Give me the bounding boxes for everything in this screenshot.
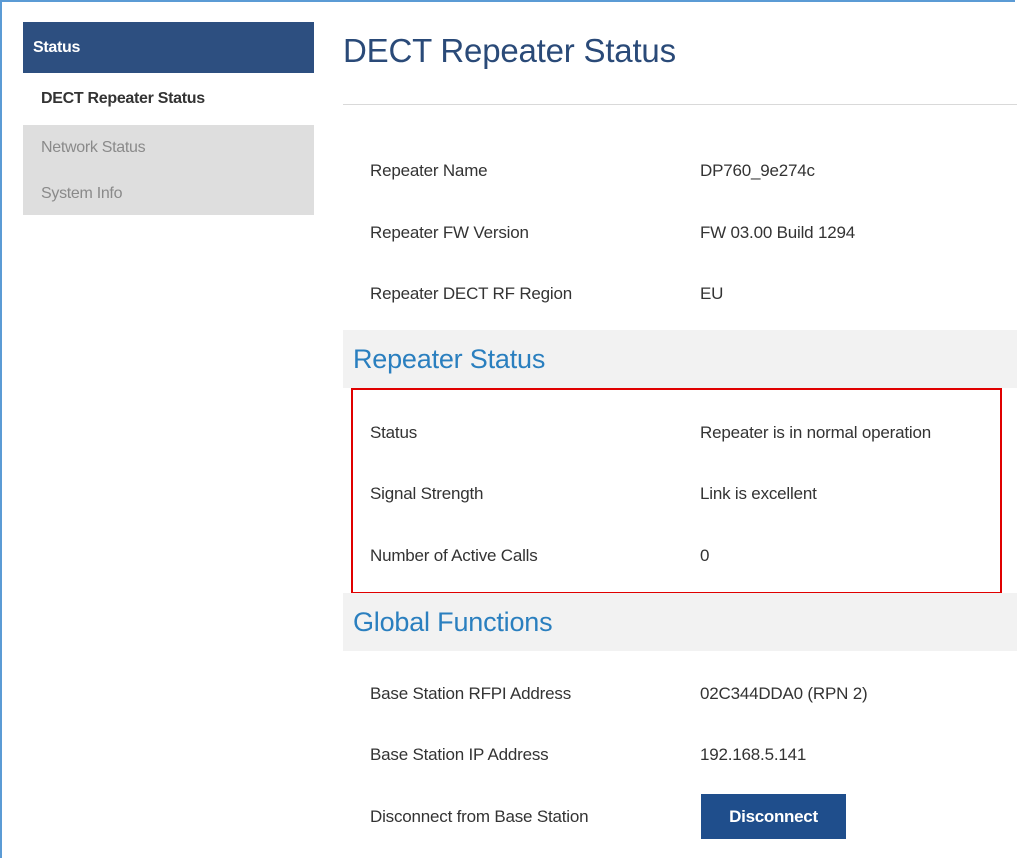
row-label: Base Station IP Address — [370, 745, 549, 764]
row-value: Link is excellent — [700, 484, 817, 503]
section-heading: Repeater Status — [353, 344, 546, 374]
row-value: Repeater is in normal operation — [700, 423, 931, 442]
row-label: Disconnect from Base Station — [370, 807, 589, 826]
sidebar-item-system-info[interactable]: System Info — [23, 181, 314, 207]
section-repeater-status: Repeater Status — [343, 330, 1017, 388]
sidebar: Status DECT Repeater Status Network Stat… — [23, 22, 314, 215]
global-row-rfpi-address: Base Station RFPI Address 02C344DDA0 (RP… — [370, 679, 1010, 709]
row-label: Number of Active Calls — [370, 546, 538, 565]
row-label: Repeater DECT RF Region — [370, 284, 573, 303]
row-label: Status — [370, 423, 417, 442]
row-value: EU — [700, 284, 724, 303]
global-row-disconnect: Disconnect from Base Station — [370, 802, 1010, 832]
row-label: Repeater FW Version — [370, 223, 529, 242]
page-title: DECT Repeater Status — [343, 32, 676, 69]
status-row-status: Status Repeater is in normal operation — [370, 418, 1010, 448]
row-value: 02C344DDA0 (RPN 2) — [700, 684, 868, 703]
info-row-fw-version: Repeater FW Version FW 03.00 Build 1294 — [370, 218, 1010, 248]
sidebar-item-dect-repeater-status[interactable]: DECT Repeater Status — [23, 73, 314, 125]
section-heading: Global Functions — [353, 607, 553, 637]
sidebar-item-network-status[interactable]: Network Status — [23, 135, 314, 181]
info-row-repeater-name: Repeater Name DP760_9e274c — [370, 156, 1010, 186]
title-divider — [343, 104, 1017, 105]
status-row-active-calls: Number of Active Calls 0 — [370, 541, 1010, 571]
section-global-functions: Global Functions — [343, 593, 1017, 651]
info-row-rf-region: Repeater DECT RF Region EU — [370, 279, 1010, 309]
sidebar-submenu: Network Status System Info — [23, 125, 314, 215]
row-value: 192.168.5.141 — [700, 745, 807, 764]
sidebar-header-status[interactable]: Status — [23, 22, 314, 73]
row-label: Signal Strength — [370, 484, 484, 503]
row-label: Base Station RFPI Address — [370, 684, 571, 703]
global-row-ip-address: Base Station IP Address 192.168.5.141 — [370, 740, 1010, 770]
row-value: FW 03.00 Build 1294 — [700, 223, 855, 242]
row-label: Repeater Name — [370, 161, 488, 180]
row-value: DP760_9e274c — [700, 161, 815, 180]
row-value: 0 — [700, 546, 710, 565]
status-row-signal-strength: Signal Strength Link is excellent — [370, 479, 1010, 509]
disconnect-button[interactable]: Disconnect — [701, 794, 846, 839]
